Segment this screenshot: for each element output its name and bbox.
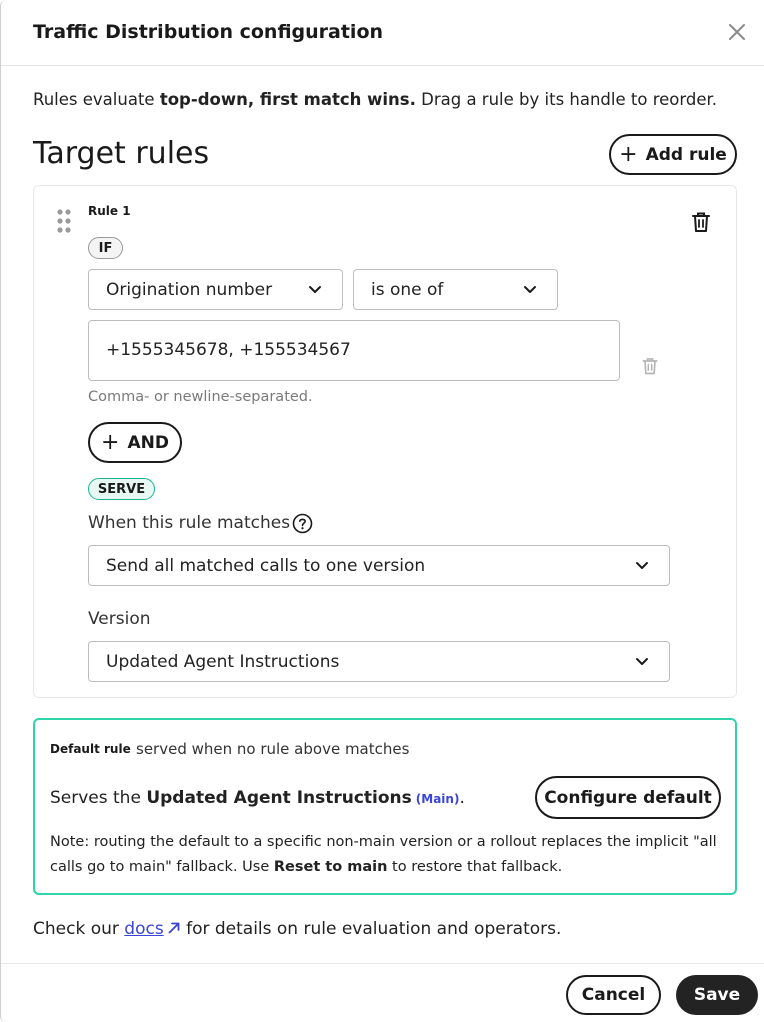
target-rules-title: Target rules <box>33 136 210 171</box>
drag-handle-icon[interactable] <box>56 208 72 234</box>
serve-mode-select[interactable]: Send all matched calls to one version <box>88 545 670 586</box>
default-rule-label: Default rule <box>50 742 131 756</box>
help-question-icon[interactable] <box>292 513 313 534</box>
dialog-title: Traffic Distribution configuration <box>33 21 384 43</box>
condition-field-select[interactable]: Origination number <box>88 269 343 310</box>
note-suffix: to restore that fallback. <box>387 859 563 875</box>
serves-prefix: Serves the <box>50 788 147 808</box>
footer-prefix: Check our <box>33 919 125 939</box>
dialog-header: Traffic Distribution configuration <box>1 0 764 66</box>
rule-card: Rule 1 IF Origination number is one of +… <box>33 185 737 698</box>
cancel-button[interactable]: Cancel <box>566 975 661 1015</box>
delete-condition-trash-icon[interactable] <box>640 355 660 377</box>
save-button[interactable]: Save <box>676 975 758 1015</box>
when-rule-matches-label: When this rule matches <box>88 513 291 533</box>
chevron-down-icon <box>309 285 321 293</box>
docs-footer-text: Check our docs for details on rule evalu… <box>33 919 561 939</box>
if-tag: IF <box>88 237 123 259</box>
main-tag: (Main) <box>415 792 460 806</box>
version-value: Updated Agent Instructions <box>106 651 340 672</box>
version-select[interactable]: Updated Agent Instructions <box>88 641 670 682</box>
serves-version: Updated Agent Instructions <box>146 788 412 808</box>
add-rule-button[interactable]: + Add rule <box>609 134 737 175</box>
rule-label: Rule 1 <box>88 204 131 218</box>
intro-suffix: Drag a rule by its handle to reorder. <box>415 90 717 109</box>
values-hint: Comma- or newline-separated. <box>88 389 313 405</box>
condition-values-input[interactable]: +1555345678, +155534567 <box>88 320 620 381</box>
intro-prefix: Rules evaluate <box>33 90 160 109</box>
configure-default-button[interactable]: Configure default <box>535 776 721 819</box>
condition-operator-value: is one of <box>371 279 444 300</box>
chevron-down-icon <box>636 657 648 665</box>
note-bold: Reset to main <box>273 859 388 875</box>
and-label: AND <box>127 432 169 453</box>
intro-bold: top-down, first match wins. <box>159 90 416 109</box>
default-rule-card: Default rule served when no rule above m… <box>33 718 737 895</box>
close-icon[interactable] <box>725 20 749 44</box>
condition-field-value: Origination number <box>106 279 273 300</box>
traffic-distribution-dialog: Traffic Distribution configuration Rules… <box>0 0 764 1022</box>
condition-operator-select[interactable]: is one of <box>353 269 558 310</box>
serve-tag: SERVE <box>88 478 155 500</box>
plus-icon: + <box>101 429 120 455</box>
serves-suffix: . <box>459 788 465 808</box>
chevron-down-icon <box>524 285 536 293</box>
default-rule-description: served when no rule above matches <box>136 740 410 758</box>
serve-mode-value: Send all matched calls to one version <box>106 555 426 576</box>
default-serves-text: Serves the Updated Agent Instructions (Ma… <box>50 788 465 808</box>
version-label: Version <box>88 609 151 629</box>
plus-icon: + <box>619 141 638 167</box>
delete-rule-trash-icon[interactable] <box>689 210 713 234</box>
docs-link[interactable]: docs <box>124 919 163 939</box>
intro-text: Rules evaluate top-down, first match win… <box>33 90 717 109</box>
chevron-down-icon <box>636 561 648 569</box>
add-and-condition-button[interactable]: + AND <box>88 422 182 463</box>
add-rule-label: Add rule <box>645 144 727 165</box>
footer-suffix: for details on rule evaluation and opera… <box>180 919 562 939</box>
external-link-icon[interactable] <box>167 921 181 935</box>
default-rule-note: Note: routing the default to a specific … <box>50 830 726 880</box>
